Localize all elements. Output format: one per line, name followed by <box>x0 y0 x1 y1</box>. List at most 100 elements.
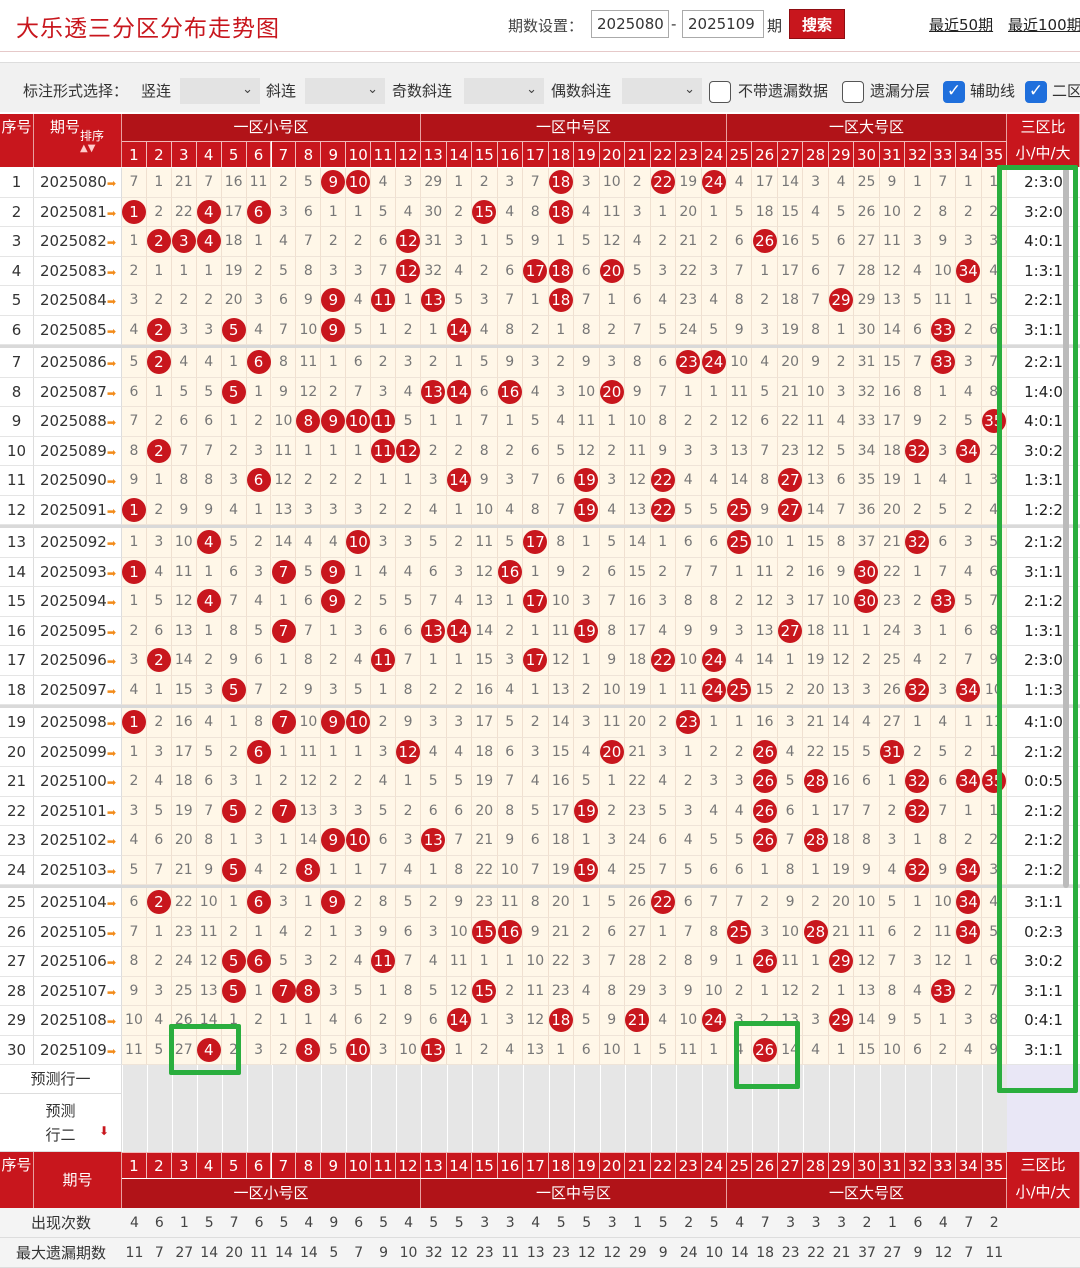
row-period[interactable]: 2025109➡ <box>34 1035 122 1065</box>
miss-count-cell: 11 <box>599 708 625 738</box>
row-period[interactable]: 2025092➡ <box>34 528 122 558</box>
sort-label[interactable]: 排序 <box>80 127 104 144</box>
number-col-header: 18 <box>548 141 574 167</box>
row-period[interactable]: 2025096➡ <box>34 646 122 676</box>
diagonal-link-label: 斜连 <box>266 82 297 100</box>
predict-row-2[interactable]: 预测 行二 ⬇ <box>0 1094 1080 1152</box>
row-period-text: 2025101 <box>40 801 107 820</box>
row-period[interactable]: 2025082➡ <box>34 227 122 257</box>
period-from-input[interactable]: 2025080 <box>591 10 669 38</box>
miss-count-cell: 9 <box>650 436 676 466</box>
miss-count-cell: 11 <box>171 557 197 587</box>
miss-count-cell: 17 <box>472 708 498 738</box>
miss-count-cell: 21 <box>676 227 702 257</box>
table-row: 3 2025082➡ 1 2 3 4 18 1 4 7 2 2 6 12 31 3 1 5 9 1 5 12 4 2 21 2 6 2… <box>0 227 1080 257</box>
zone2-checkbox[interactable]: ✓ <box>1025 81 1047 103</box>
row-period[interactable]: 2025106➡ <box>34 947 122 977</box>
drawn-number-ball: 18 <box>548 258 573 283</box>
number-col-header-bottom: 14 <box>446 1152 472 1178</box>
drawn-number-ball: 22 <box>650 890 675 914</box>
sort-arrows-icon[interactable]: ▲▼ <box>80 143 95 154</box>
row-period[interactable]: 2025100➡ <box>34 767 122 797</box>
row-period[interactable]: 2025097➡ <box>34 675 122 705</box>
miss-count-cell: 2 <box>574 917 600 947</box>
row-period[interactable]: 2025099➡ <box>34 737 122 767</box>
row-period[interactable]: 2025102➡ <box>34 826 122 856</box>
row-period[interactable]: 2025094➡ <box>34 587 122 617</box>
drawn-number-cell: 19 <box>574 796 600 826</box>
row-period[interactable]: 2025090➡ <box>34 466 122 496</box>
miss-count-cell: 10 <box>523 947 549 977</box>
miss-count-cell: 10 <box>727 348 753 378</box>
miss-count-cell: 6 <box>497 737 523 767</box>
row-period[interactable]: 2025091➡ <box>34 495 122 525</box>
miss-count-cell: 3 <box>727 616 753 646</box>
recent-50-link[interactable]: 最近50期 <box>929 14 993 35</box>
drawn-number-ball: 13 <box>421 379 446 404</box>
miss-count-cell: 3 <box>371 737 397 767</box>
vertical-link-select[interactable]: ⌄ <box>180 78 260 104</box>
miss-count-cell: 1 <box>574 888 600 918</box>
miss-count-cell: 3 <box>346 495 372 525</box>
row-seq: 3 <box>0 227 34 257</box>
miss-count-cell: 2 <box>599 315 625 345</box>
miss-count-cell: 9 <box>879 168 906 198</box>
miss-count-cell: 1 <box>122 587 147 617</box>
miss-count-cell: 8 <box>752 466 778 496</box>
grid-line <box>371 1094 373 1152</box>
miss-count-cell: 20 <box>676 197 702 227</box>
row-period[interactable]: 2025081➡ <box>34 197 122 227</box>
row-period[interactable]: 2025105➡ <box>34 917 122 947</box>
row-period[interactable]: 2025084➡ <box>34 286 122 316</box>
down-arrow-icon[interactable]: ⬇ <box>99 1124 109 1138</box>
row-period[interactable]: 2025088➡ <box>34 407 122 437</box>
odd-diagonal-select[interactable]: ⌄ <box>464 78 544 104</box>
row-period[interactable]: 2025095➡ <box>34 616 122 646</box>
period-to-input[interactable]: 2025109 <box>682 10 764 38</box>
max-miss-row-cell: 13 <box>526 1245 545 1261</box>
recent-100-link[interactable]: 最近100期 <box>1008 14 1080 35</box>
miss-count-cell: 9 <box>296 675 322 705</box>
miss-count-cell: 2 <box>321 646 347 676</box>
drawn-number-cell: 9 <box>321 407 347 437</box>
predict-row-1[interactable]: 预测行一 <box>0 1065 1080 1094</box>
miss-count-cell: 7 <box>122 407 147 437</box>
row-period[interactable]: 2025104➡ <box>34 888 122 918</box>
drawn-number-cell: 1 <box>122 197 147 227</box>
drawn-number-ball: 6 <box>246 199 271 224</box>
arrow-right-icon: ➡ <box>106 475 117 488</box>
row-period[interactable]: 2025080➡ <box>34 168 122 198</box>
row-period[interactable]: 2025086➡ <box>34 348 122 378</box>
predict-ratio-cell[interactable] <box>1007 1094 1080 1152</box>
row-period[interactable]: 2025103➡ <box>34 855 122 885</box>
row-period[interactable]: 2025107➡ <box>34 976 122 1006</box>
number-col-header: 20 <box>599 141 625 167</box>
search-button[interactable]: 搜索 <box>789 9 845 39</box>
row-period[interactable]: 2025101➡ <box>34 796 122 826</box>
period-header[interactable]: 期号 <box>34 114 122 167</box>
miss-count-cell: 8 <box>930 197 957 227</box>
even-diagonal-select[interactable]: ⌄ <box>622 78 702 104</box>
row-period[interactable]: 2025093➡ <box>34 557 122 587</box>
row-period[interactable]: 2025108➡ <box>34 1006 122 1036</box>
row-period[interactable]: 2025087➡ <box>34 377 122 407</box>
number-col-header: 32 <box>905 141 931 167</box>
miss-count-cell: 2 <box>777 675 804 705</box>
miss-layer-checkbox[interactable] <box>842 81 864 103</box>
miss-count-cell: 3 <box>346 917 372 947</box>
no-miss-data-checkbox[interactable] <box>709 81 731 103</box>
grid-line <box>701 1065 703 1094</box>
drawn-number-cell: 12 <box>396 256 421 286</box>
row-period[interactable]: 2025085➡ <box>34 315 122 345</box>
row-period[interactable]: 2025098➡ <box>34 708 122 738</box>
miss-count-cell: 8 <box>296 646 322 676</box>
row-period[interactable]: 2025089➡ <box>34 436 122 466</box>
miss-count-cell: 1 <box>676 377 702 407</box>
diagonal-link-select[interactable]: ⌄ <box>305 78 385 104</box>
max-miss-row-cell: 12 <box>934 1245 953 1261</box>
grid-line <box>421 1065 422 1094</box>
row-period[interactable]: 2025083➡ <box>34 256 122 286</box>
aux-line-checkbox[interactable]: ✓ <box>943 81 965 103</box>
miss-count-cell: 3 <box>246 436 272 466</box>
miss-count-cell: 5 <box>727 197 753 227</box>
